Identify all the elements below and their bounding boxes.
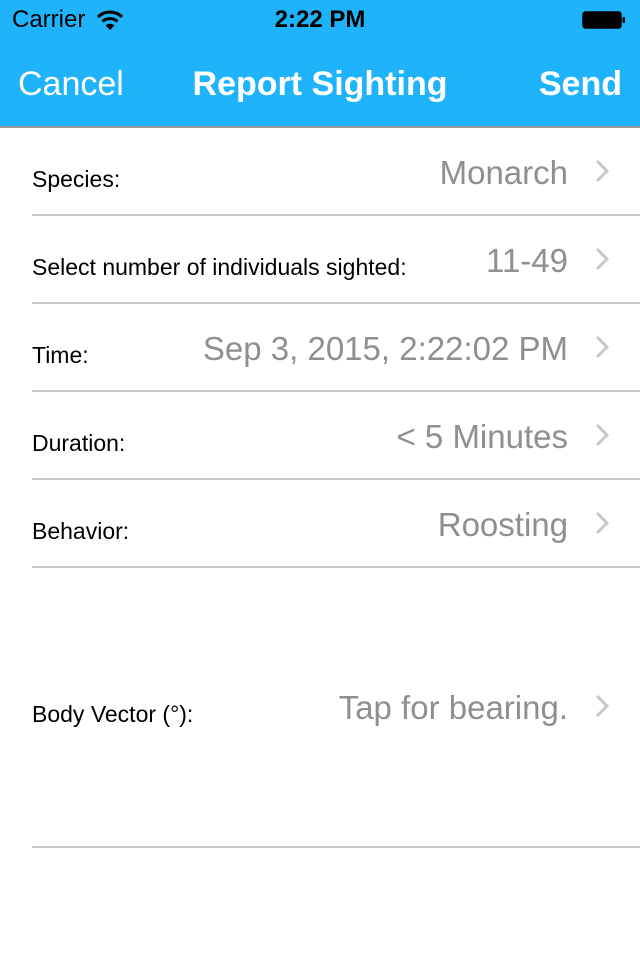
row-value: Roosting [437, 506, 568, 543]
time-row[interactable]: Time: Sep 3, 2015, 2:22:02 PM [0, 304, 640, 392]
row-value: Sep 3, 2015, 2:22:02 PM [202, 330, 568, 367]
duration-row[interactable]: Duration: < 5 Minutes [0, 392, 640, 480]
row-label: Time: [32, 342, 89, 368]
individuals-count-row[interactable]: Select number of individuals sighted: 11… [0, 216, 640, 304]
row-value: Tap for bearing. [338, 689, 568, 726]
row-value: Monarch [439, 154, 568, 191]
row-label: Species: [32, 166, 121, 192]
chevron-right-icon [595, 694, 610, 718]
chevron-right-icon [595, 423, 610, 447]
status-time: 2:22 PM [274, 6, 366, 33]
row-label: Duration: [32, 430, 126, 456]
row-label: Behavior: [32, 518, 130, 544]
chevron-right-icon [595, 159, 610, 183]
body-vector-row[interactable]: Body Vector (°): Tap for bearing. [0, 568, 640, 848]
row-label: Body Vector (°): [32, 701, 194, 727]
status-bar: Carrier 2:22 PM [0, 0, 640, 40]
send-button[interactable]: Send [539, 65, 622, 104]
chevron-right-icon [595, 247, 610, 271]
navigation-bar: Cancel Report Sighting Send [0, 40, 640, 128]
chevron-right-icon [595, 511, 610, 535]
behavior-row[interactable]: Behavior: Roosting [0, 480, 640, 568]
header: Carrier 2:22 PM Cancel Report Sighting S… [0, 0, 640, 128]
row-value: < 5 Minutes [396, 418, 568, 455]
row-label: Select number of individuals sighted: [32, 254, 407, 280]
species-row[interactable]: Species: Monarch [0, 130, 640, 216]
battery-icon [582, 11, 625, 29]
row-value: 11-49 [486, 242, 568, 279]
chevron-right-icon [595, 335, 610, 359]
divider [32, 846, 640, 848]
